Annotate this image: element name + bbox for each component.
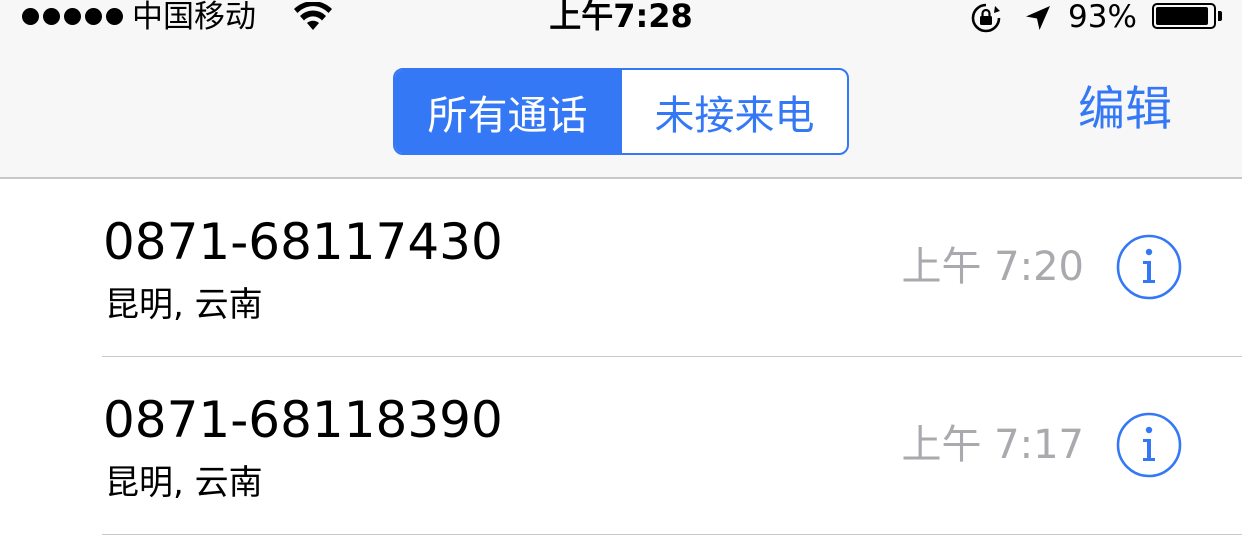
edit-button[interactable]: 编辑 (1078, 80, 1172, 140)
phone-screen: 中国移动 上午7:28 93% 所有通话 未接来电 编辑 0871-681174… (0, 0, 1242, 546)
segment-missed-calls[interactable]: 未接来电 (620, 70, 847, 153)
battery-terminal (1218, 11, 1222, 21)
call-row[interactable]: 0871-68118390 昆明, 云南 上午 7:17 (0, 357, 1242, 535)
battery-percent: 93% (1068, 0, 1137, 35)
call-number: 0871-68117430 (103, 213, 503, 271)
rotation-lock-icon (971, 3, 1001, 33)
top-bar: 中国移动 上午7:28 93% 所有通话 未接来电 编辑 (0, 0, 1242, 179)
recent-calls-list: 0871-68117430 昆明, 云南 上午 7:20 0871-681183… (0, 179, 1242, 535)
call-time: 上午 7:17 (901, 422, 1084, 468)
status-bar: 中国移动 上午7:28 93% (0, 0, 1242, 40)
call-filter-segmented-control: 所有通话 未接来电 (393, 68, 849, 155)
call-location: 昆明, 云南 (105, 463, 263, 503)
row-divider (102, 534, 1242, 535)
call-location: 昆明, 云南 (105, 285, 263, 325)
call-time: 上午 7:20 (901, 244, 1084, 290)
call-row[interactable]: 0871-68117430 昆明, 云南 上午 7:20 (0, 179, 1242, 357)
location-arrow-icon (1026, 6, 1050, 30)
info-icon[interactable] (1116, 412, 1182, 478)
battery-level (1156, 7, 1209, 25)
status-clock: 上午7:28 (549, 0, 693, 35)
info-icon[interactable] (1116, 234, 1182, 300)
battery-icon (1152, 3, 1216, 29)
call-number: 0871-68118390 (103, 391, 503, 449)
segment-all-calls[interactable]: 所有通话 (395, 70, 620, 153)
